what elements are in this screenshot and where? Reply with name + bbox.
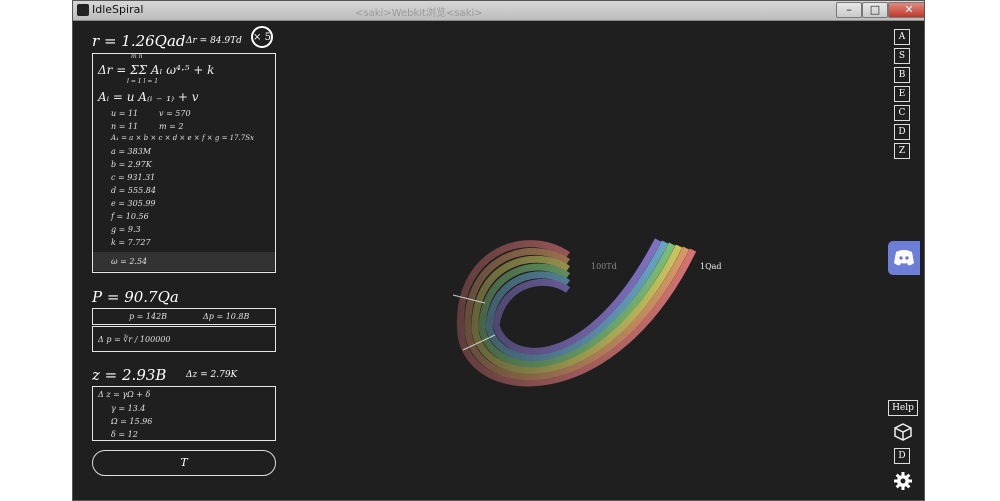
var-m: m = 2 [159, 122, 184, 131]
sum-limits-bottom: l = 1 l = 1 [127, 78, 159, 85]
param-f: f = 10.56 [111, 212, 149, 221]
multiplier-button[interactable]: × 5 [251, 26, 273, 48]
delta-p-formula: Δ p = ∛r / 100000 [98, 335, 171, 344]
spiral-visual: 100Td 1Qad [452, 238, 722, 387]
param-delta: δ = 12 [111, 430, 138, 439]
title-bar[interactable]: IdleSpiral <saki>Webkit浏览<saki> – □ ✕ [73, 1, 924, 21]
delta-z-formula: Δ z = γΩ + δ [98, 390, 151, 399]
minimize-button[interactable]: – [836, 2, 862, 18]
button-d[interactable]: D [894, 124, 910, 140]
param-b: b = 2.97K [111, 160, 152, 169]
radius-value: r = 1.26Qad [92, 32, 186, 50]
background-taskbar: <saki>Webkit浏览<saki> [173, 3, 823, 19]
spiral-label-outer: 1Qad [700, 262, 722, 271]
param-k: k = 7.727 [111, 238, 151, 247]
z-value: z = 2.93B [92, 366, 167, 384]
power-formula-panel: Δ p = ∛r / 100000 [92, 326, 276, 352]
bottom-d-button[interactable]: D [894, 448, 910, 464]
param-e: e = 305.99 [111, 199, 156, 208]
cube-icon[interactable] [893, 422, 913, 442]
button-z[interactable]: Z [894, 143, 910, 159]
var-u: u = 11 [111, 109, 139, 118]
button-c[interactable]: C [894, 105, 910, 121]
spiral-label-inner: 100Td [591, 262, 617, 271]
omega-row: ω = 2.54 [93, 252, 275, 271]
button-e[interactable]: E [894, 86, 910, 102]
power-value: P = 90.7Qa [92, 288, 179, 306]
app-window: IdleSpiral <saki>Webkit浏览<saki> – □ ✕ r … [72, 0, 925, 501]
button-a[interactable]: A [894, 29, 910, 45]
delta-p-value: Δp = 10.8B [203, 312, 250, 321]
radius-formula: Δr = ΣΣ Aₗ ω⁴·⁵ + k [98, 63, 215, 77]
button-b[interactable]: B [894, 67, 910, 83]
omega-value: ω = 2.54 [111, 257, 148, 266]
var-n: n = 11 [111, 122, 139, 131]
background-title: <saki>Webkit浏览<saki> [355, 8, 483, 19]
param-c: c = 931.31 [111, 173, 156, 182]
radius-formula-panel: m n Δr = ΣΣ Aₗ ω⁴·⁵ + k l = 1 l = 1 Aᵢ =… [92, 53, 276, 273]
param-d: d = 555.84 [111, 186, 156, 195]
a1-product: A₁ = a × b × c × d × e × f × g = 17.7Sx [111, 134, 254, 142]
var-v: v = 570 [159, 109, 191, 118]
sum-limits-top: m n [131, 53, 143, 60]
p-value: p = 142B [129, 312, 168, 321]
param-g: g = 9.3 [111, 225, 141, 234]
app-icon [77, 4, 89, 16]
param-gamma: γ = 13.4 [111, 404, 146, 413]
window-title: IdleSpiral [92, 3, 144, 16]
z-delta: Δz = 2.79K [186, 370, 238, 380]
discord-icon [894, 250, 914, 266]
maximize-button[interactable]: □ [862, 2, 888, 18]
gear-icon[interactable] [893, 471, 913, 491]
discord-button[interactable] [888, 241, 920, 275]
a-recurrence-formula: Aᵢ = u A₍ᵢ ₋ ₁₎ + v [98, 90, 199, 104]
param-a: a = 383M [111, 147, 152, 156]
radius-delta: Δr = 84.9Td [186, 36, 242, 46]
game-area: r = 1.26Qad Δr = 84.9Td × 5 m n Δr = ΣΣ … [73, 20, 924, 500]
button-s[interactable]: S [894, 48, 910, 64]
t-button[interactable]: T [92, 450, 276, 476]
help-button[interactable]: Help [888, 400, 918, 416]
param-omega: Ω = 15.96 [111, 417, 153, 426]
z-formula-panel: Δ z = γΩ + δ γ = 13.4 Ω = 15.96 δ = 12 [92, 386, 276, 441]
power-rate-panel: p = 142B Δp = 10.8B [92, 308, 276, 325]
close-button[interactable]: ✕ [888, 2, 924, 18]
